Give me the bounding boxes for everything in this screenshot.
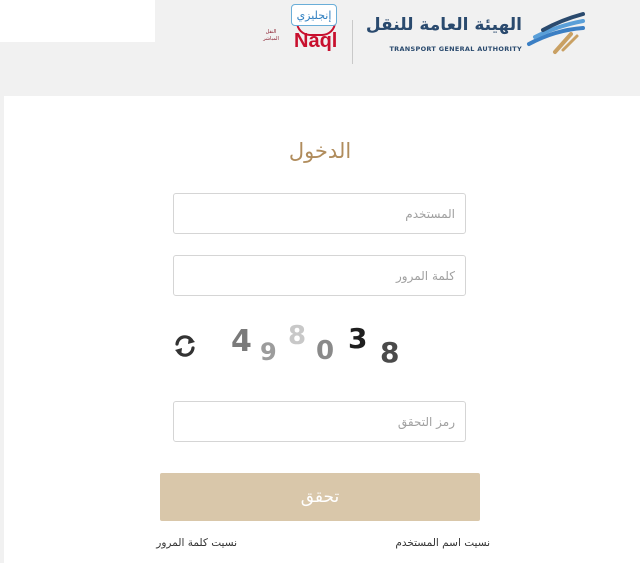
refresh-icon[interactable] <box>172 333 198 359</box>
forgot-username-link[interactable]: نسيت اسم المستخدم <box>383 537 490 549</box>
header-blank-area <box>0 0 155 42</box>
login-title: الدخول <box>288 139 352 163</box>
header-bar: النقل المباشر Naql إنجليزي الهيئة العامة… <box>0 0 640 76</box>
captcha-digit: 8 <box>380 336 400 369</box>
authority-name-ar: الهيئة العامة للنقل <box>365 15 522 35</box>
captcha-digit: 8 <box>288 321 307 351</box>
captcha-digit: 9 <box>260 338 277 366</box>
username-input[interactable] <box>173 193 466 234</box>
naql-logo: Naql <box>294 30 338 52</box>
captcha-image: 4 9 8 0 3 8 <box>228 318 418 378</box>
verification-code-input[interactable] <box>173 401 466 442</box>
header-divider <box>352 20 353 64</box>
naql-tagline: النقل المباشر <box>263 29 279 42</box>
authority-name-en: TRANSPORT GENERAL AUTHORITY <box>389 45 522 53</box>
password-input[interactable] <box>173 255 466 296</box>
captcha-digit: 0 <box>316 336 335 366</box>
tga-emblem-icon <box>527 12 585 54</box>
captcha-digit: 4 <box>231 324 252 359</box>
language-toggle-button[interactable]: إنجليزي <box>291 4 337 26</box>
forgot-password-link[interactable]: نسيت كلمة المرور <box>142 537 237 549</box>
captcha-digit: 3 <box>348 322 368 355</box>
verify-submit-button[interactable]: تحقق <box>160 473 480 521</box>
